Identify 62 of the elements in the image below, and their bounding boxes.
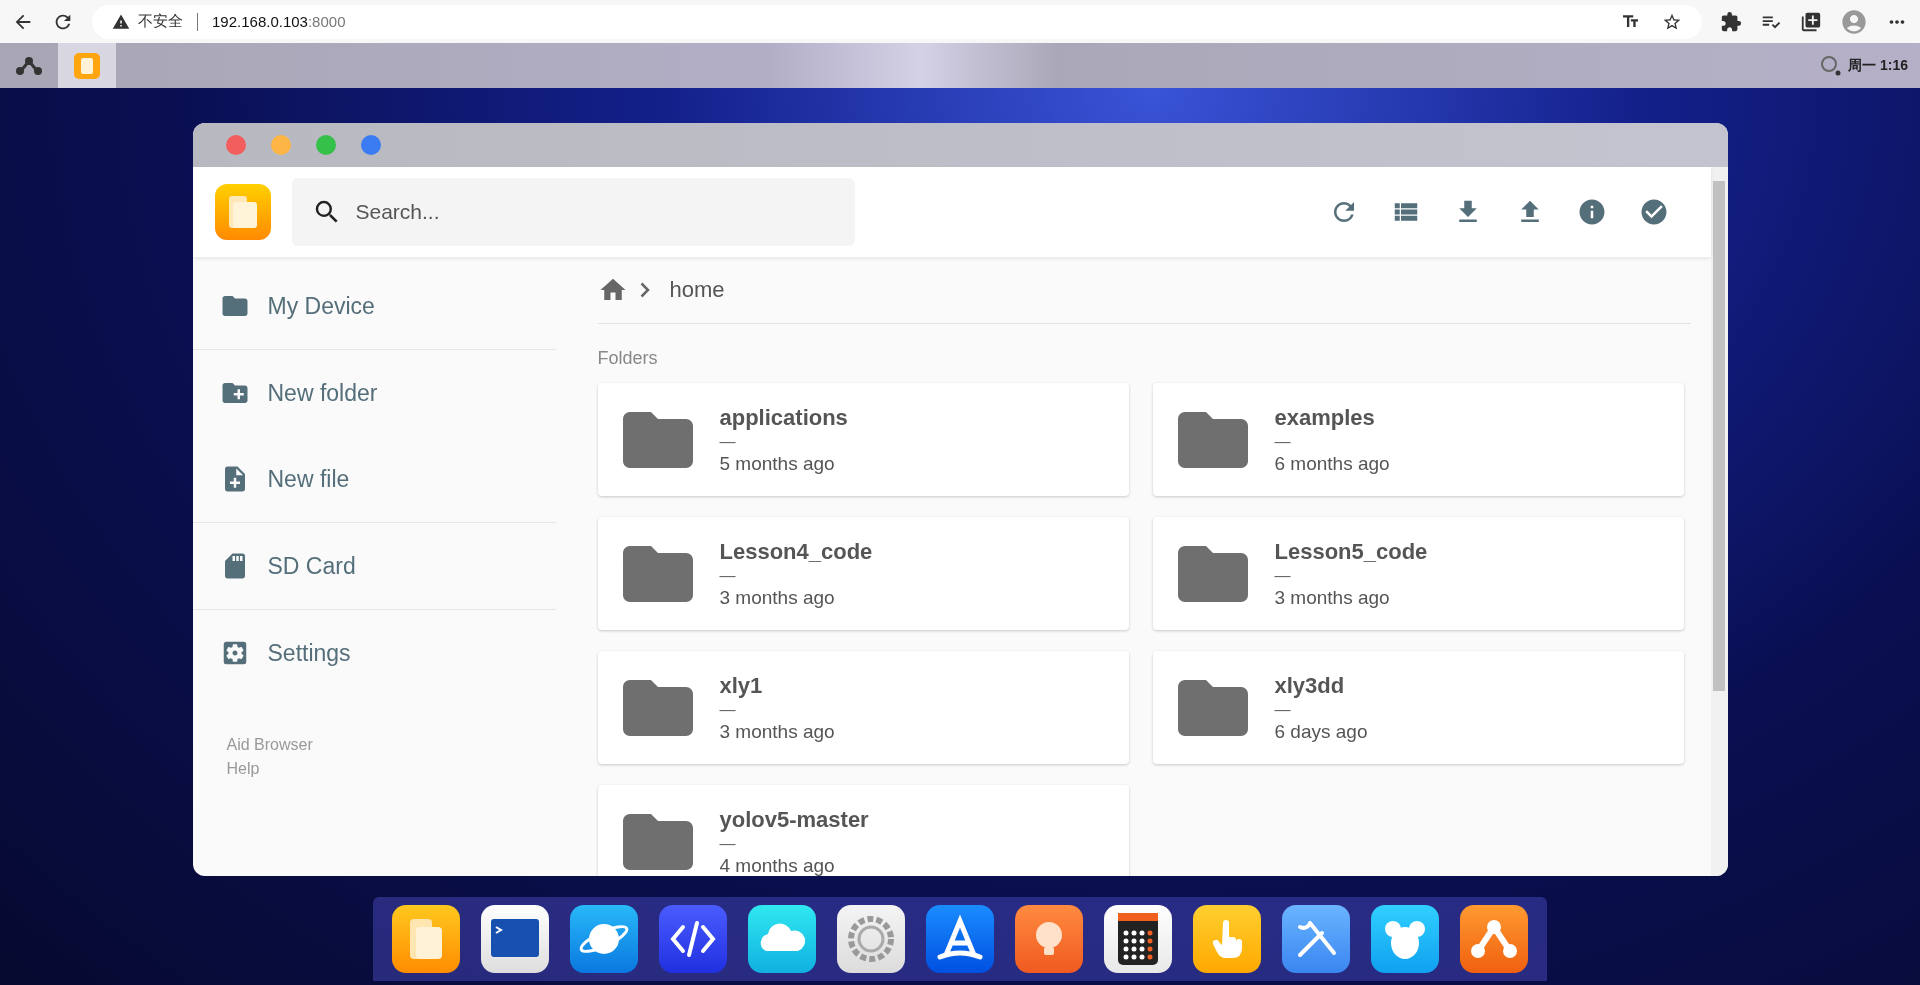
code-icon[interactable]	[658, 905, 727, 973]
folder-modified: 3 months ago	[719, 586, 836, 609]
clock: 周一 1:16	[1848, 56, 1908, 75]
folder-app-icon[interactable]	[391, 905, 460, 973]
network-icon[interactable]	[15, 55, 43, 76]
sidebar-item[interactable]: New file	[192, 436, 556, 523]
folder-card[interactable]: Lesson5_code — 3 months ago	[1152, 517, 1684, 630]
folder-size: —	[719, 434, 737, 449]
hand-pointer-icon[interactable]	[1193, 905, 1262, 973]
avatar-icon[interactable]	[1840, 7, 1868, 36]
folder-card[interactable]: yolov5-master — 4 months ago	[597, 785, 1129, 876]
gear-icon[interactable]	[836, 905, 905, 973]
folder-card[interactable]: applications — 5 months ago	[597, 383, 1129, 496]
planet-icon[interactable]	[569, 905, 638, 973]
address-bar[interactable]: 不安全 192.168.0.103:8000	[92, 4, 1702, 39]
folder-size: —	[1274, 434, 1292, 449]
folder-name: Lesson4_code	[719, 538, 873, 565]
search-icon[interactable]	[1820, 54, 1843, 77]
sidebar-item[interactable]: New folder	[192, 350, 556, 436]
folder-size: —	[1274, 568, 1292, 583]
folder-card[interactable]: xly1 — 3 months ago	[597, 651, 1129, 764]
folder-name: xly3dd	[1274, 672, 1346, 699]
search-field[interactable]: Search...	[291, 178, 855, 246]
warning-icon	[112, 12, 130, 31]
sidebar-item[interactable]: Settings	[192, 610, 556, 696]
network-icon[interactable]	[1460, 905, 1529, 973]
folder-modified: 6 days ago	[1274, 720, 1368, 743]
lightbulb-icon[interactable]	[1014, 905, 1083, 973]
folder-modified: 3 months ago	[1274, 586, 1391, 609]
app-store-icon[interactable]	[925, 905, 994, 973]
cloud-icon[interactable]	[747, 905, 816, 973]
collections-icon[interactable]	[1800, 10, 1822, 33]
folder-name: examples	[1274, 404, 1376, 431]
chevron-icon	[639, 282, 650, 298]
mouse-icon[interactable]	[1371, 905, 1440, 973]
folder-modified: 3 months ago	[719, 720, 835, 743]
folder-modified: 4 months ago	[719, 854, 836, 876]
sidebar-item[interactable]: SD Card	[192, 523, 556, 610]
folder-card[interactable]: xly3dd — 6 days ago	[1152, 651, 1684, 764]
folder-size: —	[719, 836, 737, 851]
folder-name: applications	[719, 404, 848, 431]
url-host: 192.168.0.103	[212, 13, 308, 30]
folder-name: yolov5-master	[719, 806, 869, 833]
folder-size: —	[1274, 702, 1292, 717]
folder-name: xly1	[719, 672, 764, 699]
folder-card[interactable]: examples — 6 months ago	[1152, 383, 1684, 496]
folder-name: Lesson5_code	[1274, 538, 1428, 565]
extension-icon[interactable]	[1720, 10, 1742, 33]
terminal-icon[interactable]	[480, 905, 549, 973]
folder-card[interactable]: Lesson4_code — 3 months ago	[597, 517, 1129, 630]
security-warning: 不安全	[138, 12, 183, 31]
calculator-icon[interactable]	[1104, 905, 1173, 973]
section-title: Folders	[597, 348, 659, 369]
scrollbar[interactable]	[1710, 167, 1728, 876]
breadcrumb-item[interactable]: home	[669, 277, 725, 303]
folder-size: —	[719, 702, 737, 717]
app-logo	[214, 184, 271, 240]
url-port: :8000	[307, 13, 346, 30]
folder-size: —	[719, 568, 737, 583]
sidebar-item[interactable]: My Device	[192, 263, 556, 350]
folder-modified: 6 months ago	[1274, 452, 1390, 475]
folder-modified: 5 months ago	[719, 452, 836, 475]
